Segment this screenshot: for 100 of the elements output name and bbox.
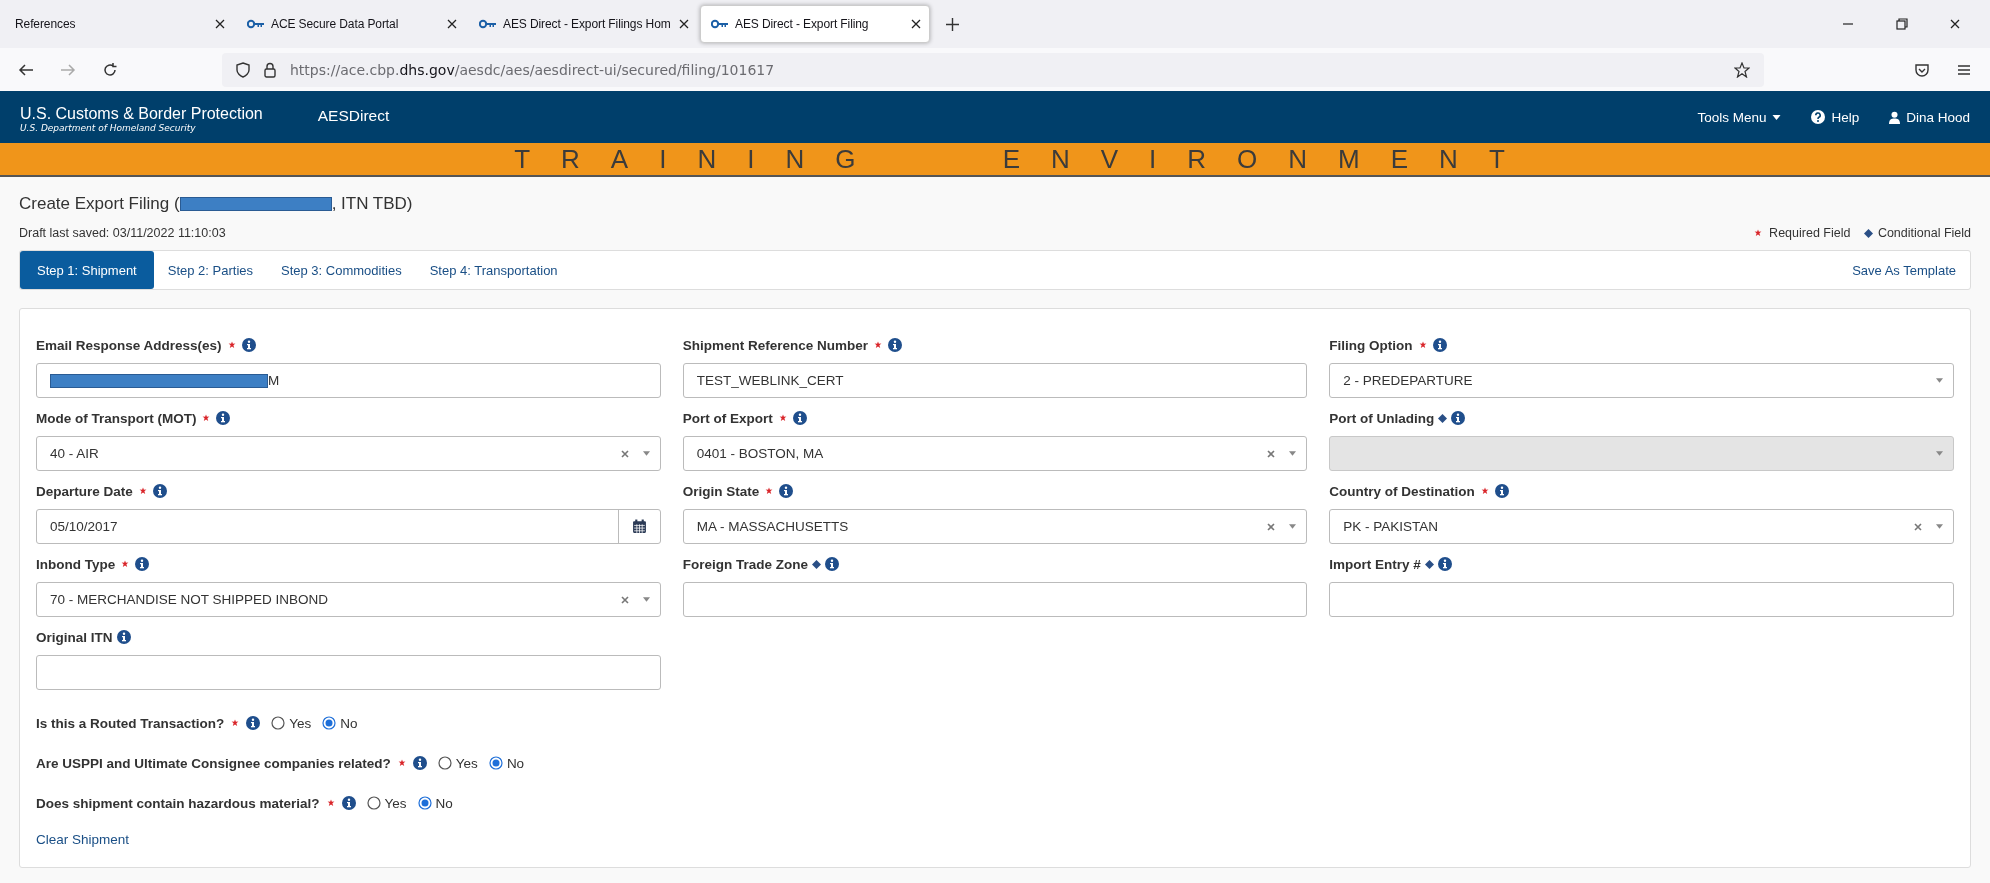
select-field[interactable]: 0401 - BOSTON, MA	[682, 436, 1308, 471]
radio-label[interactable]: No	[435, 795, 453, 811]
user-menu[interactable]: Dina Hood	[1889, 109, 1970, 125]
info-icon[interactable]	[1432, 338, 1447, 352]
select-field[interactable]: 40 - AIR	[36, 436, 661, 471]
reload-icon[interactable]	[102, 61, 118, 78]
url-text: https://ace.cbp.dhs.gov/aesdc/aes/aesdirect-ui/secured/filing/101617	[290, 61, 775, 78]
conditional-icon	[1863, 228, 1873, 238]
close-tab-icon[interactable]	[679, 19, 689, 29]
clear-icon[interactable]	[1267, 522, 1276, 531]
text-field[interactable]	[36, 655, 661, 690]
step-tab[interactable]: Step 4: Transportation	[415, 251, 572, 289]
info-icon[interactable]	[824, 557, 839, 571]
required-icon	[121, 560, 130, 568]
dropdown-arrow-icon[interactable]	[1936, 378, 1943, 383]
date-field[interactable]: 05/10/2017	[36, 509, 661, 544]
field-label: Mode of Transport (MOT)	[36, 410, 197, 426]
clear-icon[interactable]	[620, 449, 629, 458]
info-icon[interactable]	[216, 411, 231, 425]
dropdown-arrow-icon[interactable]	[642, 451, 650, 456]
address-bar[interactable]: https://ace.cbp.dhs.gov/aesdc/aes/aesdirect-ui/secured/filing/101617	[222, 52, 1764, 87]
restore-icon[interactable]	[1896, 18, 1908, 30]
field-label: Port of Export	[682, 410, 773, 426]
question-label: Is this a Routed Transaction?	[36, 715, 225, 731]
radio-label[interactable]: Yes	[289, 715, 312, 731]
clear-icon[interactable]	[1267, 449, 1276, 458]
radio-button[interactable]	[322, 716, 337, 730]
dropdown-arrow-icon[interactable]	[1289, 451, 1297, 456]
required-icon	[765, 487, 774, 495]
required-icon	[1480, 487, 1489, 495]
radio-button[interactable]	[437, 756, 452, 770]
required-icon	[1754, 229, 1763, 237]
legend-text: Required Field	[1769, 226, 1851, 240]
clear-shipment-link[interactable]: Clear Shipment	[36, 832, 130, 847]
lock-icon	[264, 61, 276, 78]
radio-button[interactable]	[488, 756, 503, 770]
info-icon[interactable]	[341, 796, 356, 810]
info-icon[interactable]	[241, 338, 256, 352]
radio-label[interactable]: Yes	[455, 755, 478, 771]
save-template-link[interactable]: Save As Template	[1852, 262, 1956, 278]
required-icon	[202, 414, 211, 422]
tools-menu[interactable]: Tools Menu	[1697, 109, 1782, 125]
close-window-icon[interactable]	[1950, 19, 1960, 29]
step-tab[interactable]: Step 2: Parties	[153, 251, 267, 289]
radio-label[interactable]: Yes	[384, 795, 407, 811]
calendar-icon[interactable]	[631, 519, 647, 534]
bookmark-star-icon[interactable]	[1734, 61, 1750, 78]
required-icon	[138, 487, 147, 495]
required-icon	[873, 341, 882, 349]
select-field[interactable]: MA - MASSACHUSETTS	[682, 509, 1308, 544]
close-tab-icon[interactable]	[215, 19, 225, 29]
clear-icon[interactable]	[1914, 522, 1922, 531]
field-label: Country of Destination	[1329, 483, 1475, 499]
info-icon[interactable]	[135, 557, 150, 571]
text-field[interactable]: TEST_WEBLINK_CERT	[682, 363, 1308, 398]
select-field[interactable]: 2 - PREDEPARTURE	[1329, 363, 1954, 398]
info-icon[interactable]	[779, 484, 794, 498]
text-field[interactable]	[682, 582, 1308, 617]
page-title: , ITN TBD)	[331, 194, 413, 214]
text-field[interactable]: M	[36, 363, 661, 398]
field-label: Port of Unlading	[1329, 410, 1435, 426]
dropdown-arrow-icon[interactable]	[1936, 524, 1943, 529]
radio-button[interactable]	[271, 716, 286, 730]
browser-tab[interactable]: AES Direct - Export Filing	[700, 5, 930, 43]
dropdown-arrow-icon[interactable]	[1289, 524, 1297, 529]
step-tab[interactable]: Step 3: Commodities	[267, 251, 416, 289]
clear-icon[interactable]	[620, 595, 629, 604]
agency-name: U.S. Customs & Border Protection	[20, 105, 263, 123]
close-tab-icon[interactable]	[911, 19, 921, 29]
radio-label[interactable]: No	[506, 755, 525, 771]
info-icon[interactable]	[116, 630, 131, 644]
radio-label[interactable]: No	[340, 715, 358, 731]
back-icon[interactable]	[18, 61, 34, 78]
info-icon[interactable]	[1494, 484, 1509, 498]
info-icon[interactable]	[792, 411, 807, 425]
step-tab[interactable]: Step 1: Shipment	[20, 251, 154, 289]
key-icon	[479, 19, 497, 29]
radio-button[interactable]	[417, 796, 432, 810]
draft-saved-text: Draft last saved: 03/11/2022 11:10:03	[19, 226, 226, 240]
info-icon[interactable]	[887, 338, 902, 352]
field-label: Origin State	[682, 483, 760, 499]
text-field[interactable]	[1329, 582, 1954, 617]
new-tab-icon[interactable]	[946, 17, 959, 31]
browser-tab[interactable]: AES Direct - Export Filings Hom	[468, 5, 698, 43]
shield-icon	[236, 61, 250, 78]
browser-tab[interactable]: References	[4, 5, 234, 43]
info-icon[interactable]	[1437, 557, 1452, 571]
question-label: Are USPPI and Ultimate Consignee companies related?	[36, 755, 391, 771]
info-icon[interactable]	[412, 756, 427, 770]
info-icon[interactable]	[246, 716, 261, 730]
select-field[interactable]: PK - PAKISTAN	[1329, 509, 1954, 544]
pocket-icon[interactable]	[1914, 61, 1930, 78]
browser-tab[interactable]: ACE Secure Data Portal	[236, 5, 466, 43]
select-field[interactable]: 70 - MERCHANDISE NOT SHIPPED INBOND	[36, 582, 661, 617]
dropdown-arrow-icon[interactable]	[642, 597, 650, 602]
required-icon	[326, 799, 335, 807]
info-icon[interactable]	[152, 484, 167, 498]
close-tab-icon[interactable]	[447, 19, 457, 29]
help-link[interactable]: Help	[1811, 109, 1860, 125]
radio-button[interactable]	[366, 796, 381, 810]
